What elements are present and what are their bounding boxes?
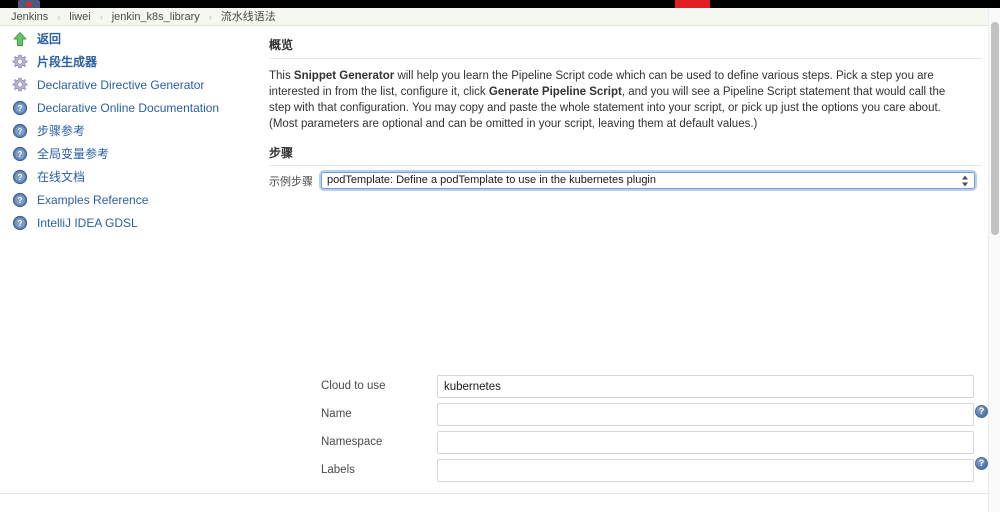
form-row-name: Name	[0, 403, 1000, 431]
page-body: 返回 片段生成器 Declarative Directive Generator…	[0, 27, 1000, 512]
form-label-labels: Labels	[321, 464, 355, 476]
svg-text:?: ?	[18, 150, 23, 159]
cloud-to-use-input[interactable]	[437, 375, 974, 398]
sidebar-item-label: Examples Reference	[37, 192, 149, 207]
overview-heading: 概览	[269, 38, 294, 52]
sidebar-item-intellij-idea-gdsl[interactable]: ? IntelliJ IDEA GDSL	[0, 211, 258, 234]
breadcrumb-item-liwei[interactable]: liwei	[69, 11, 90, 23]
sample-step-row: 示例步骤 podTemplate: Define a podTemplate t…	[258, 166, 988, 189]
help-icon: ?	[12, 123, 28, 139]
overview-bold-1: Snippet Generator	[293, 70, 395, 82]
breadcrumb-item-jenkins[interactable]: Jenkins	[11, 11, 48, 23]
sidebar-item-label: 在线文档	[37, 169, 86, 184]
sidebar-item-label: Declarative Directive Generator	[37, 77, 205, 92]
form-row-cloud-to-use: Cloud to use	[0, 375, 1000, 403]
breadcrumb: Jenkins › liwei › jenkin_k8s_library › 流…	[0, 8, 1000, 26]
form-label-namespace: Namespace	[321, 436, 383, 448]
sidebar-item-label: Declarative Online Documentation	[37, 100, 220, 115]
help-icon: ?	[12, 169, 28, 185]
sidebar-item-online-documentation[interactable]: ? 在线文档	[0, 165, 258, 188]
svg-text:?: ?	[18, 219, 23, 228]
browser-tab-marker[interactable]	[675, 0, 710, 8]
help-icon: ?	[12, 215, 28, 231]
svg-text:?: ?	[18, 127, 23, 136]
main-content: 概览 This Snippet Generator will help you …	[258, 27, 988, 189]
breadcrumb-separator-icon: ›	[57, 11, 61, 22]
steps-heading: 步骤	[269, 146, 294, 160]
pod-template-form: Cloud to use Name Namespace Labels	[0, 375, 1000, 494]
breadcrumb-item-pipeline-syntax[interactable]: 流水线语法	[221, 11, 276, 23]
overview-bold-2: Generate Pipeline Script	[488, 86, 622, 98]
sidebar-item-global-variable-reference[interactable]: ? 全局变量参考	[0, 142, 258, 165]
sidebar-item-declarative-directive-generator[interactable]: Declarative Directive Generator	[0, 73, 258, 96]
page-scrollbar[interactable]	[988, 8, 1000, 512]
chevron-updown-icon	[962, 174, 969, 187]
sample-step-select[interactable]: podTemplate: Define a podTemplate to use…	[321, 172, 975, 189]
labels-input[interactable]	[437, 459, 974, 482]
svg-text:?: ?	[18, 173, 23, 182]
sidebar-item-label: 返回	[37, 31, 62, 46]
sidebar-item-declarative-online-documentation[interactable]: ? Declarative Online Documentation	[0, 96, 258, 119]
sidebar-item-step-reference[interactable]: ? 步骤参考	[0, 119, 258, 142]
sample-step-selected-value: podTemplate: Define a podTemplate to use…	[327, 174, 656, 186]
breadcrumb-separator-icon: ›	[99, 11, 103, 22]
sidebar-item-label: 全局变量参考	[37, 146, 110, 161]
gear-icon	[12, 77, 28, 93]
browser-top-bar	[0, 0, 1000, 8]
svg-text:?: ?	[18, 104, 23, 113]
sidebar-item-examples-reference[interactable]: ? Examples Reference	[0, 188, 258, 211]
help-icon: ?	[12, 100, 28, 116]
form-label-name: Name	[321, 408, 352, 420]
form-row-labels: Labels	[0, 459, 1000, 487]
svg-text:?: ?	[18, 196, 23, 205]
page-scrollbar-thumb[interactable]	[991, 22, 999, 235]
help-icon[interactable]: ?	[975, 405, 988, 418]
breadcrumb-item-library[interactable]: jenkin_k8s_library	[112, 11, 200, 23]
jenkins-favicon	[18, 0, 40, 8]
sidebar-item-label: 步骤参考	[37, 123, 86, 138]
up-arrow-icon	[12, 31, 28, 47]
overview-text-1: This	[269, 70, 294, 82]
sidebar-item-snippet-generator[interactable]: 片段生成器	[0, 50, 258, 73]
sidebar-item-back[interactable]: 返回	[0, 27, 258, 50]
gear-icon	[12, 54, 28, 70]
form-row-namespace: Namespace	[0, 431, 1000, 459]
help-icon[interactable]: ?	[975, 457, 988, 470]
form-label-cloud-to-use: Cloud to use	[321, 380, 386, 392]
help-icon: ?	[12, 192, 28, 208]
overview-description: This Snippet Generator will help you lea…	[258, 59, 988, 132]
sample-step-label: 示例步骤	[269, 175, 313, 188]
sidebar-item-label: 片段生成器	[37, 54, 98, 69]
help-icon: ?	[12, 146, 28, 162]
sidebar: 返回 片段生成器 Declarative Directive Generator…	[0, 27, 258, 234]
name-input[interactable]	[437, 403, 974, 426]
breadcrumb-separator-icon: ›	[208, 11, 212, 22]
sidebar-item-label: IntelliJ IDEA GDSL	[37, 215, 138, 230]
namespace-input[interactable]	[437, 431, 974, 454]
